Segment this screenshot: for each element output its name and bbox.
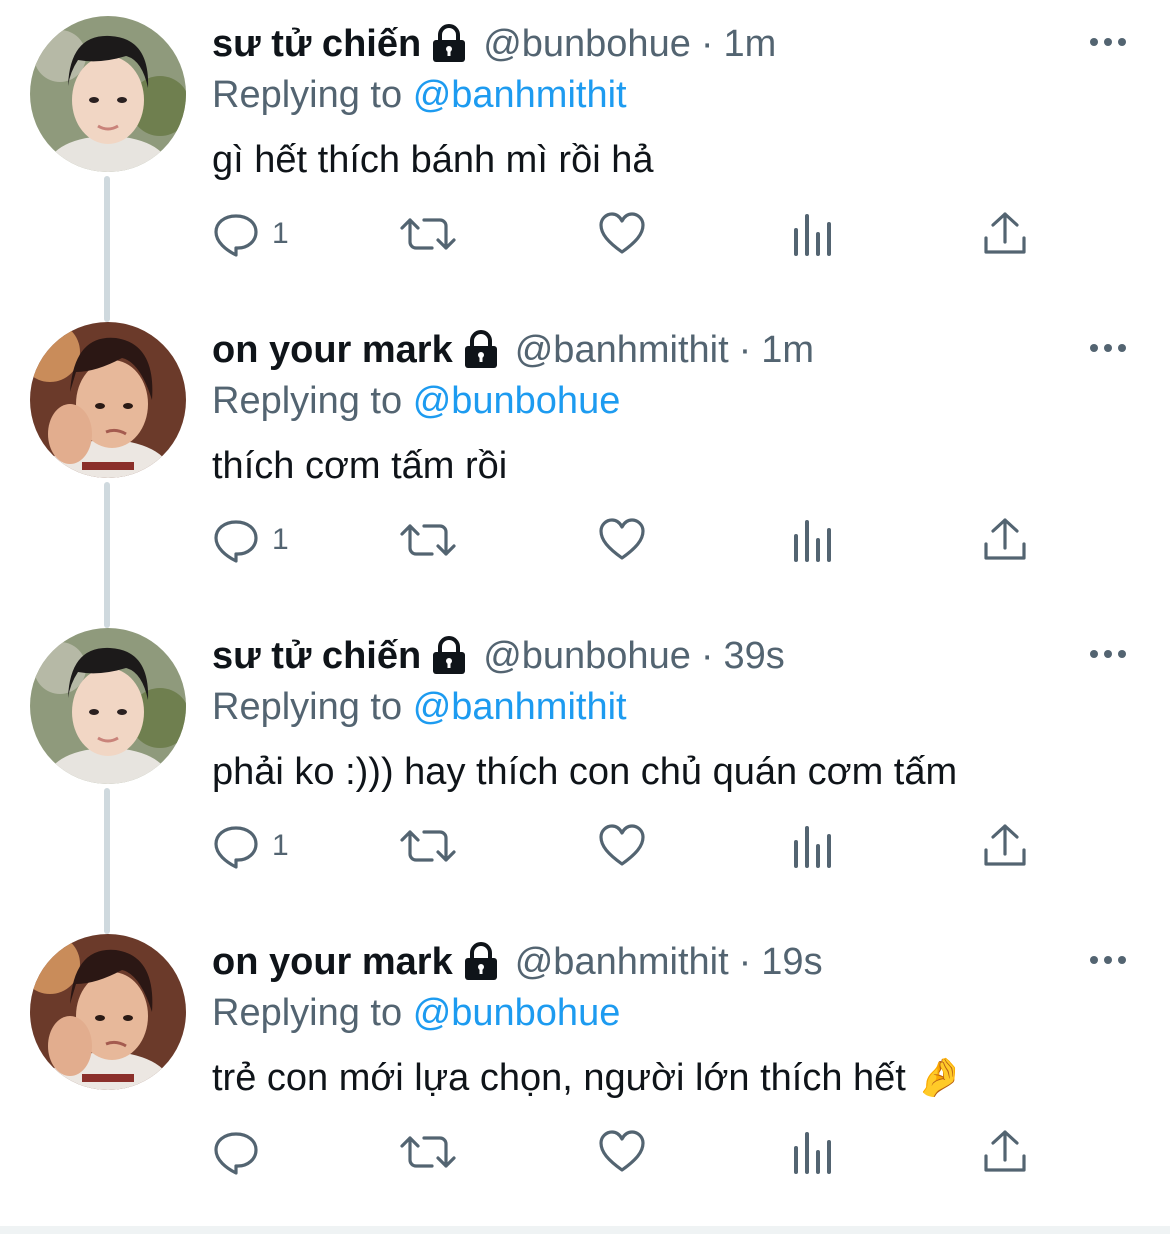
more-icon[interactable]: [1088, 340, 1128, 356]
heart-icon: [599, 824, 645, 866]
more-icon[interactable]: [1088, 34, 1128, 50]
avatar[interactable]: [30, 934, 186, 1090]
reply-count: 1: [272, 829, 289, 862]
reply-icon: [214, 214, 258, 257]
retweet-icon: [400, 830, 456, 862]
views-button[interactable]: [792, 816, 834, 876]
heart-icon: [599, 212, 645, 254]
timestamp[interactable]: 1m: [724, 20, 777, 68]
mention-link[interactable]: @bunbohue: [413, 992, 621, 1034]
reply-count: 1: [272, 217, 289, 250]
avatar[interactable]: [30, 628, 186, 784]
timestamp[interactable]: 19s: [761, 938, 822, 986]
more-icon[interactable]: [1088, 952, 1128, 968]
more-icon[interactable]: [1088, 646, 1128, 662]
avatar[interactable]: [30, 322, 186, 478]
replying-to-label: Replying to: [212, 380, 403, 422]
analytics-icon: [794, 214, 831, 256]
like-button[interactable]: [598, 1122, 646, 1182]
reply-button[interactable]: [212, 1122, 272, 1182]
username[interactable]: @banhmithit: [515, 326, 729, 374]
display-name[interactable]: on your mark: [212, 938, 453, 986]
analytics-icon: [794, 826, 831, 868]
display-name[interactable]: sư tử chiến: [212, 20, 421, 68]
share-icon: [984, 212, 1026, 254]
share-button[interactable]: [982, 510, 1028, 570]
like-button[interactable]: [598, 510, 646, 570]
reply-button[interactable]: 1: [212, 510, 289, 570]
username[interactable]: @banhmithit: [515, 938, 729, 986]
views-button[interactable]: [792, 510, 834, 570]
replying-to: Replying to @banhmithit: [212, 682, 1130, 732]
retweet-button[interactable]: [400, 510, 456, 570]
username[interactable]: @bunbohue: [483, 20, 691, 68]
tweet-text: gì hết thích bánh mì rồi hả: [212, 139, 654, 181]
views-button[interactable]: [792, 204, 834, 264]
timestamp[interactable]: 1m: [761, 326, 814, 374]
replying-to-label: Replying to: [212, 686, 403, 728]
username[interactable]: @bunbohue: [483, 632, 691, 680]
divider: [0, 1226, 1170, 1234]
timestamp[interactable]: 39s: [724, 632, 785, 680]
replying-to-label: Replying to: [212, 74, 403, 116]
share-button[interactable]: [982, 1122, 1028, 1182]
heart-icon: [599, 518, 645, 560]
share-icon: [984, 824, 1026, 866]
reply-button[interactable]: 1: [212, 204, 289, 264]
display-name[interactable]: on your mark: [212, 326, 453, 374]
views-button[interactable]: [792, 1122, 834, 1182]
mention-link[interactable]: @banhmithit: [413, 74, 627, 116]
analytics-icon: [794, 520, 831, 562]
separator-dot: ·: [700, 23, 714, 65]
share-icon: [984, 1130, 1026, 1172]
share-button[interactable]: [982, 204, 1028, 264]
reply-icon: [214, 1132, 258, 1175]
replying-to: Replying to @bunbohue: [212, 988, 1130, 1038]
heart-icon: [599, 1130, 645, 1172]
lock-icon: [464, 330, 497, 368]
lock-icon: [464, 942, 497, 980]
retweet-button[interactable]: [400, 204, 456, 264]
mention-link[interactable]: @bunbohue: [413, 380, 621, 422]
tweet[interactable]: sư tử chiến @bunbohue · 1m Replying to @…: [0, 0, 1170, 306]
lock-icon: [433, 24, 466, 62]
tweet[interactable]: sư tử chiến @bunbohue · 39s Replying to …: [0, 612, 1170, 918]
tweet-text: thích cơm tấm rồi: [212, 445, 508, 487]
tweet-actions: 1: [212, 510, 1042, 570]
replying-to-label: Replying to: [212, 992, 403, 1034]
share-button[interactable]: [982, 816, 1028, 876]
tweet-actions: [212, 1122, 1042, 1182]
avatar[interactable]: [30, 16, 186, 172]
retweet-icon: [400, 1136, 456, 1168]
reply-count: 1: [272, 523, 289, 556]
separator-dot: ·: [738, 329, 752, 371]
like-button[interactable]: [598, 816, 646, 876]
retweet-icon: [400, 218, 456, 250]
reply-button[interactable]: 1: [212, 816, 289, 876]
reply-icon: [214, 520, 258, 563]
tweet-actions: 1: [212, 816, 1042, 876]
reply-icon: [214, 826, 258, 869]
retweet-button[interactable]: [400, 816, 456, 876]
mention-link[interactable]: @banhmithit: [413, 686, 627, 728]
retweet-button[interactable]: [400, 1122, 456, 1182]
tweet[interactable]: on your mark @banhmithit · 1m Replying t…: [0, 306, 1170, 612]
display-name[interactable]: sư tử chiến: [212, 632, 421, 680]
tweet-actions: 1: [212, 204, 1042, 264]
share-icon: [984, 518, 1026, 560]
tweet[interactable]: on your mark @banhmithit · 19s Replying …: [0, 918, 1170, 1224]
separator-dot: ·: [738, 941, 752, 983]
replying-to: Replying to @bunbohue: [212, 376, 1130, 426]
analytics-icon: [794, 1132, 831, 1174]
separator-dot: ·: [700, 635, 714, 677]
retweet-icon: [400, 524, 456, 556]
like-button[interactable]: [598, 204, 646, 264]
replying-to: Replying to @banhmithit: [212, 70, 1130, 120]
lock-icon: [433, 636, 466, 674]
tweet-text: phải ko :))) hay thích con chủ quán cơm …: [212, 751, 958, 793]
tweet-text: trẻ con mới lựa chọn, người lớn thích hế…: [212, 1057, 964, 1099]
